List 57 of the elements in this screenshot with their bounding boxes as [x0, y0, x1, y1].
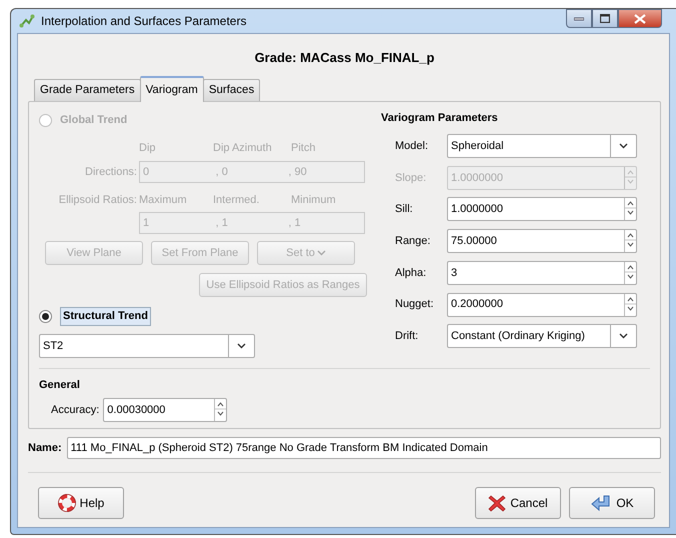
lifebuoy-icon: [58, 494, 76, 512]
maximize-button[interactable]: [592, 9, 618, 28]
field-label: Range:: [395, 234, 432, 249]
column-header: Minimum: [291, 192, 337, 208]
column-header: Intermed.: [213, 192, 260, 208]
field-label: Slope:: [395, 170, 428, 186]
radio-label[interactable]: Structural Trend: [60, 307, 151, 326]
chevron-icon: [237, 342, 246, 349]
button[interactable]: OK: [569, 486, 655, 519]
tab[interactable]: Variogram: [140, 76, 204, 102]
tab[interactable]: Surfaces: [202, 78, 260, 101]
combo-box[interactable]: Constant (Ordinary Kriging): [447, 324, 637, 348]
field-label: Sill:: [395, 202, 414, 218]
field-label: Drift:: [395, 328, 420, 344]
spin-field[interactable]: 1.0000000: [447, 197, 637, 222]
spin-arrows-icon[interactable]: [624, 294, 636, 316]
cancel-icon: [488, 494, 506, 512]
name-field[interactable]: 111 Mo_FINAL_p (Spheroid ST2) 75range No Grade Transform BM Indicated Domain: [66, 436, 661, 459]
spin-arrows-icon[interactable]: [624, 230, 636, 252]
column-header: Dip: [139, 141, 157, 156]
close-icon: [634, 14, 646, 24]
section-title: Variogram Parameters: [381, 110, 499, 126]
app-icon: [19, 14, 35, 28]
tab[interactable]: Grade Parameters: [34, 78, 141, 101]
chevron-icon: [316, 250, 326, 256]
field-label: Alpha:: [395, 266, 428, 281]
close-button[interactable]: [618, 9, 662, 28]
spin-arrows-icon[interactable]: [214, 399, 226, 422]
field-label: Ellipsoid Ratios:: [58, 192, 138, 208]
column-header: Dip Azimuth: [213, 141, 273, 156]
column-header: Maximum: [139, 192, 188, 208]
spin-field[interactable]: 0.2000000: [447, 292, 637, 317]
chevron-icon: [619, 143, 628, 150]
enter-arrow-icon: [590, 494, 612, 512]
field-label: Accuracy:: [51, 403, 100, 418]
window-title: Interpolation and Surfaces Parameters: [41, 13, 246, 30]
field-label: Nugget:: [395, 297, 435, 312]
spin-field[interactable]: 3: [447, 260, 637, 285]
column-header: Pitch: [291, 141, 316, 156]
radio-button[interactable]: [39, 310, 52, 323]
chevron-icon: [619, 333, 628, 340]
field-label: Directions:: [84, 164, 138, 180]
field-label: Model:: [395, 138, 430, 154]
button[interactable]: Help: [38, 486, 124, 519]
spin-field[interactable]: 75.00000: [447, 229, 637, 254]
spin-arrows-icon[interactable]: [624, 262, 636, 284]
combo-box[interactable]: Spheroidal: [447, 134, 637, 158]
maximize-icon: [600, 14, 610, 23]
minimize-icon: [574, 16, 584, 20]
section-title: General: [39, 378, 81, 393]
button[interactable]: Cancel: [475, 486, 561, 519]
spin-field[interactable]: 0.00030000: [103, 398, 228, 422]
dialog-heading: Grade: MACass Mo_FINAL_p: [254, 49, 436, 67]
combo-box[interactable]: ST2: [39, 334, 255, 358]
field-label: Name:: [28, 440, 62, 456]
spin-arrows-icon[interactable]: [624, 198, 636, 220]
minimize-button[interactable]: [566, 9, 592, 28]
